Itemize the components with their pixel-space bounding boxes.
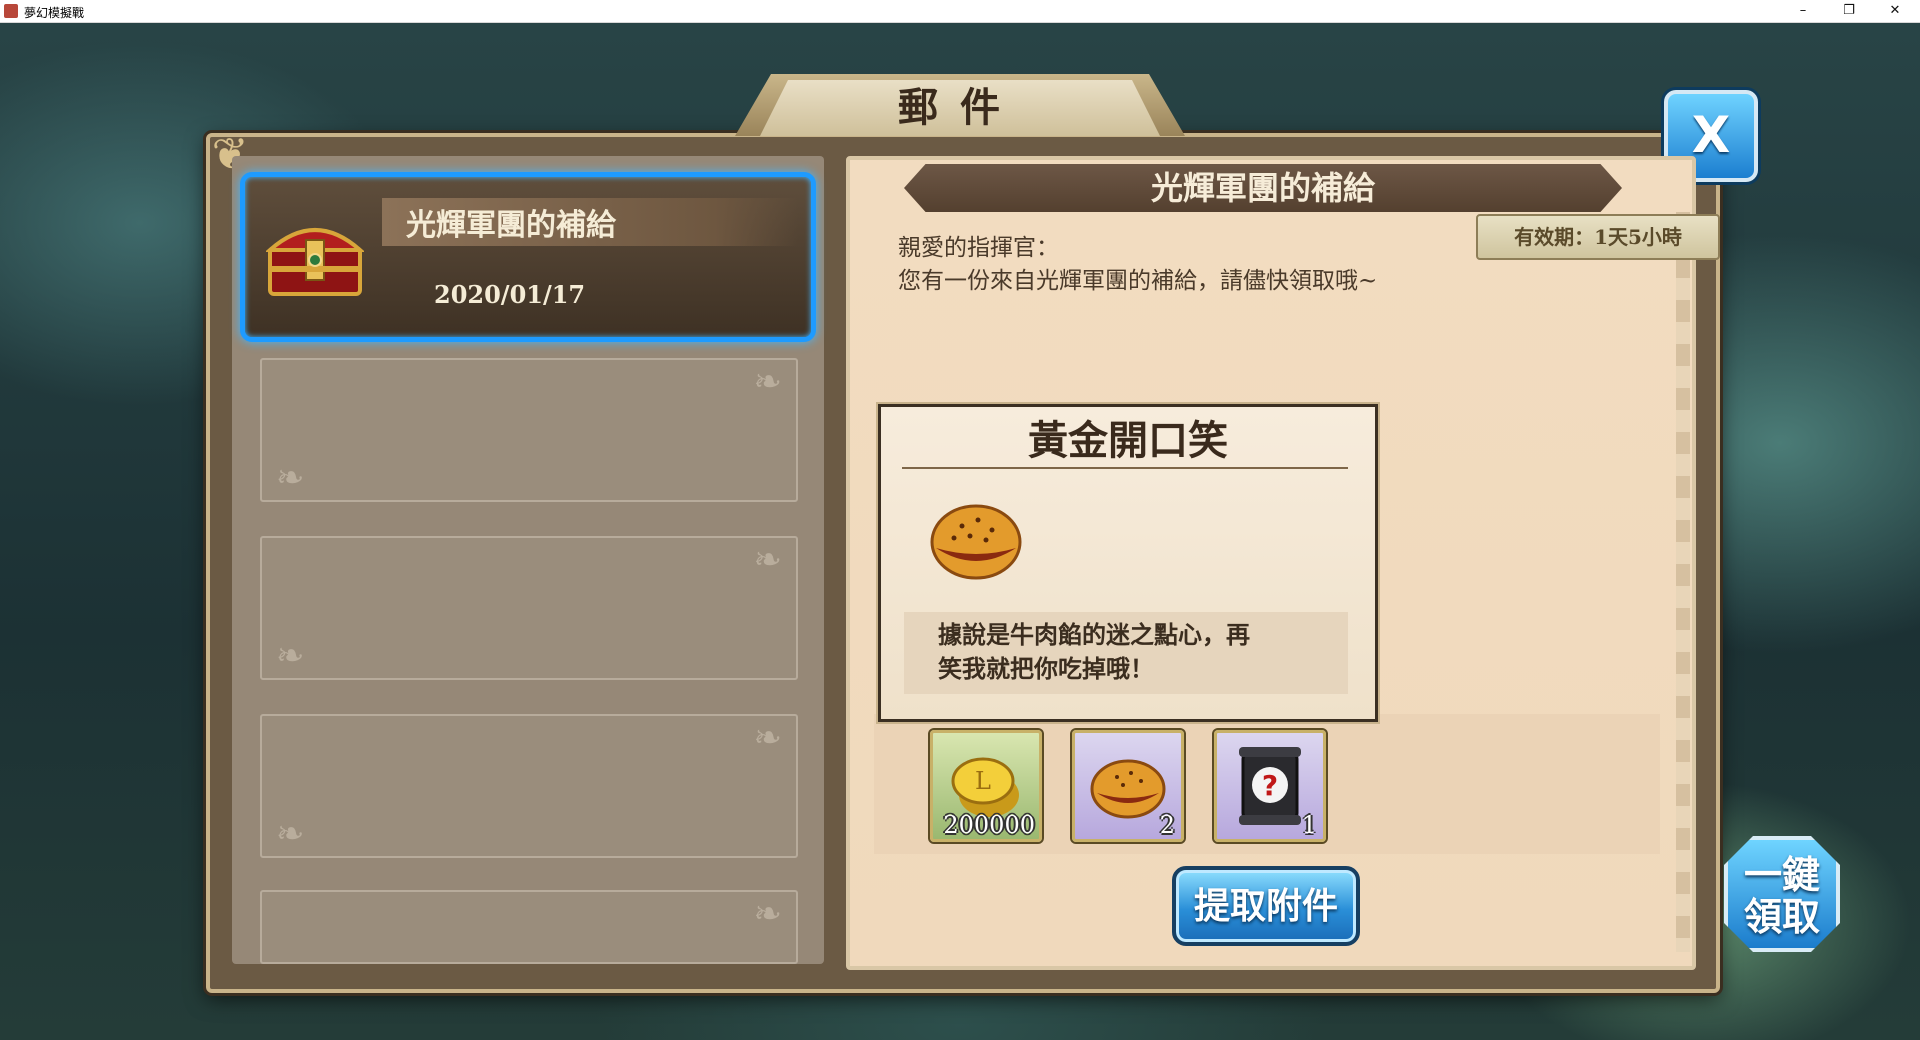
- close-icon[interactable]: ✕: [1872, 0, 1918, 22]
- svg-text:L: L: [975, 767, 991, 795]
- empty-mail-slot: ❧ ❧: [260, 714, 798, 858]
- treasure-chest-icon: [266, 228, 364, 296]
- svg-text:?: ?: [1262, 769, 1278, 802]
- validity-badge: 有效期：1天5小時: [1476, 214, 1720, 260]
- scroll-ornament-icon: ❧: [276, 636, 305, 676]
- attachment-quantity: 2: [1159, 811, 1175, 839]
- claim-all-label: 領取: [1743, 894, 1820, 939]
- item-tooltip-divider: [902, 467, 1348, 469]
- mail-message: 您有一份來自光輝軍團的補給，請儘快領取哦~: [898, 268, 1378, 294]
- panel-border-stripe: [1676, 212, 1690, 952]
- mail-greeting: 親愛的指揮官：: [898, 235, 1059, 261]
- app-icon: [4, 4, 18, 18]
- scroll-ornament-icon: ❧: [753, 894, 783, 934]
- scroll-ornament-icon: ❧: [276, 458, 305, 498]
- scroll-ornament-icon: ❧: [753, 718, 783, 758]
- mail-detail-title: 光輝軍團的補給: [904, 164, 1622, 212]
- page-title: 郵件: [760, 80, 1160, 136]
- claim-attachment-button[interactable]: 提取附件: [1172, 866, 1360, 946]
- scroll-ornament-icon: ❧: [753, 540, 783, 580]
- mail-item-title: 光輝軍團的補給: [406, 208, 616, 243]
- minimize-icon[interactable]: –: [1780, 0, 1826, 22]
- empty-mail-slot: ❧: [260, 890, 798, 964]
- mail-item-date: 2020/01/17: [434, 280, 586, 309]
- scroll-ornament-icon: ❧: [753, 362, 783, 402]
- attachment-quantity: 1: [1301, 811, 1317, 839]
- empty-mail-slot: ❧ ❧: [260, 536, 798, 680]
- golden-pastry-icon: [930, 504, 1022, 580]
- mail-body: 親愛的指揮官： 您有一份來自光輝軍團的補給，請儘快領取哦~: [898, 232, 1377, 298]
- item-description-line: 據說是牛肉餡的迷之點心，再: [938, 620, 1250, 649]
- window-title: 夢幻模擬戰: [24, 6, 85, 20]
- window-titlebar: 夢幻模擬戰 – ❐ ✕: [0, 0, 1920, 23]
- item-tooltip-title: 黃金開口笑: [1028, 417, 1228, 464]
- attachment-slot-pastry[interactable]: 2: [1072, 730, 1184, 842]
- attachment-quantity: 200000: [943, 811, 1035, 839]
- claim-all-label: 一鍵: [1743, 852, 1820, 897]
- attachment-slot-scroll[interactable]: ? 1: [1214, 730, 1326, 842]
- item-description-line: 笑我就把你吃掉哦！: [938, 654, 1154, 683]
- empty-mail-slot: ❧ ❧: [260, 358, 798, 502]
- attachment-slot-gold[interactable]: L 200000: [930, 730, 1042, 842]
- scroll-ornament-icon: ❧: [276, 814, 305, 854]
- claim-all-button[interactable]: 一鍵 領取: [1724, 836, 1840, 952]
- item-tooltip-description: 據說是牛肉餡的迷之點心，再 笑我就把你吃掉哦！: [938, 618, 1338, 686]
- restore-icon[interactable]: ❐: [1826, 0, 1872, 22]
